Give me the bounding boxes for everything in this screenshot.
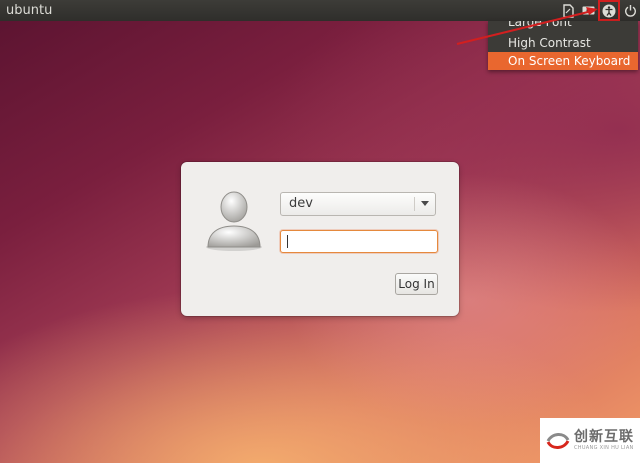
indicator-area	[558, 0, 640, 21]
user-avatar-icon	[206, 191, 262, 251]
dropdown-separator	[414, 197, 415, 211]
username-value: dev	[289, 196, 313, 211]
menu-item-label: On Screen Keyboard	[508, 54, 631, 68]
top-panel: ubuntu	[0, 0, 640, 21]
menu-item-high-contrast[interactable]: High Contrast	[488, 34, 638, 52]
power-indicator[interactable]	[620, 0, 640, 21]
keyboard-layout-icon	[582, 6, 594, 15]
login-button[interactable]: Log In	[395, 273, 438, 295]
keyboard-indicator[interactable]	[578, 0, 598, 21]
document-icon	[563, 3, 574, 18]
menu-item-label: Large Font	[508, 21, 572, 29]
text-cursor	[287, 235, 288, 248]
menu-item-on-screen-keyboard[interactable]: On Screen Keyboard	[488, 52, 638, 70]
power-icon	[624, 5, 636, 17]
document-indicator[interactable]	[558, 0, 578, 21]
menu-item-label: High Contrast	[508, 36, 591, 50]
accessibility-menu: Large Font High Contrast On Screen Keybo…	[488, 21, 638, 70]
watermark-cn-text: 创新互联	[574, 429, 634, 445]
menu-item-large-font[interactable]: Large Font	[488, 21, 638, 34]
login-dialog: dev Log In	[181, 162, 459, 316]
brand-logo-icon	[546, 432, 570, 449]
accessibility-icon	[602, 4, 616, 17]
watermark-en-text: CHUANG XIN HU LIAN	[574, 445, 634, 451]
hostname-label: ubuntu	[6, 3, 53, 18]
password-input[interactable]	[280, 230, 438, 253]
dropdown-arrow-icon	[421, 201, 429, 206]
accessibility-indicator[interactable]	[598, 0, 620, 21]
username-dropdown[interactable]: dev	[280, 192, 436, 216]
watermark: 创新互联 CHUANG XIN HU LIAN	[540, 418, 640, 463]
